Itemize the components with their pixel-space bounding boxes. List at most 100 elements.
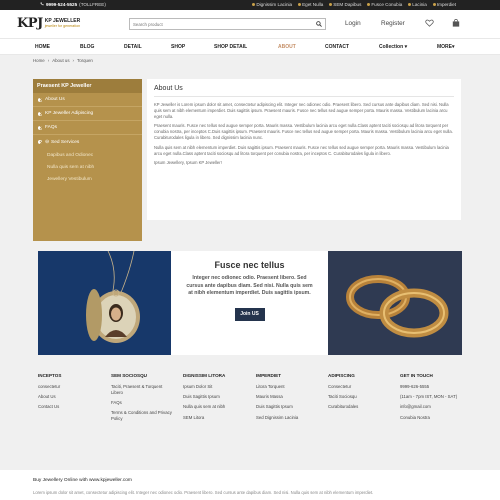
top-links: Dignissim Lacinia Eget Nulla SEM Dapibus… [252,2,456,7]
arrow-circle-icon [38,97,42,102]
breadcrumb-home[interactable]: Home [33,58,45,63]
phone-note: (TOLLFREE) [79,2,106,7]
footer-heading: IMPERDIET [256,373,282,378]
page-title: About Us [154,85,454,97]
sidebar-item[interactable]: ⊖ Sed Services [33,135,142,149]
breadcrumb-about[interactable]: About us [52,58,69,63]
footer-link[interactable]: Litora Torquent [256,384,318,390]
sidebar-item[interactable]: FAQs [33,121,142,135]
main-nav: HOME BLOG DETAIL SHOP SHOP DETAIL ABOUT … [0,38,500,55]
footer-link[interactable]: Terms & Conditions and Privacy Policy [111,410,173,421]
footer-hours: (11am - 7pm IST, MON - SAT) [400,394,458,400]
top-link[interactable]: SEM Dapibus [329,2,361,7]
arrow-circle-icon [38,125,42,130]
sidebar-subitem[interactable]: Jewellery Vestibulum [33,173,142,185]
header: KPJ KP JEWELLER jeweller for generation … [0,10,500,38]
nav-shop[interactable]: SHOP [171,44,185,50]
login-link[interactable]: Login [345,20,361,27]
sidebar-subitem[interactable]: Dapibus and Odionec [33,149,142,161]
footer-link[interactable]: Sed Dignissim Lacinia [256,415,318,421]
logo-mark: KPJ [17,16,43,31]
heart-icon[interactable] [425,19,434,29]
chevron-down-icon: ▾ [404,44,408,50]
top-bar: 9999-524-5525 (TOLLFREE) Dignissim Lacin… [0,0,500,10]
footer-link[interactable]: Conubia Nostra [400,415,464,421]
logo[interactable]: KPJ KP JEWELLER jeweller for generation [17,16,80,31]
top-link[interactable]: Lacinia [408,2,427,7]
promo-banner: Fusce nec tellus Integer nec odionec odi… [38,251,462,355]
bullet-icon [329,3,333,7]
bottom-section: Buy Jewellery Online with www.kpjeweller… [0,470,500,500]
nav-collection[interactable]: Collection ▾ [379,44,407,50]
footer-link[interactable]: Curabiturodales [328,404,388,410]
shopping-bag-icon[interactable] [452,19,460,29]
breadcrumb-current: Torquen [77,58,93,63]
bullet-icon [252,3,256,7]
chevron-right-icon: › [47,58,50,63]
top-link[interactable]: Fusce Conubia [367,2,402,7]
footer-link[interactable]: Duis Sagittis Ipsum [256,404,318,410]
footer-link[interactable]: About Us [38,394,98,400]
top-link[interactable]: Eget Nulla [298,2,323,7]
promo-title: Fusce nec tellus [214,260,285,270]
bullet-icon [298,3,302,7]
promo-text: Integer nec odionec odio. Praesent liber… [186,275,313,296]
footer-link[interactable]: Taciti Sociosqu [328,394,388,400]
breadcrumb: Home › About us › Torquen [33,58,93,63]
footer-link[interactable]: Taciti, Praesent & Torquent Libero [111,384,173,395]
nav-more[interactable]: MORE▾ [437,44,455,50]
footer-column: ADIPISCING Consectetur Taciti Sociosqu C… [328,373,388,415]
bullet-icon [408,3,412,7]
sidebar-item[interactable]: About Us [33,93,142,107]
chevron-down-icon: ▾ [452,44,455,50]
footer-column: GET IN TOUCH 9999-626-5555 (11am - 7pm I… [400,373,464,425]
footer-heading: SEM SOCIOSQU [111,373,147,378]
phone-number[interactable]: 9999-524-5525 [46,2,77,7]
footer-link[interactable]: SEM Litora [183,415,247,421]
sidebar-item[interactable]: KP Jeweller Adipiscing [33,107,142,121]
footer-column: IMPERDIET Litora Torquent Mauris Massa D… [256,373,318,425]
search-input[interactable] [130,19,310,29]
sidebar-title: Praesent KP Jeweller [33,79,142,93]
search-box [129,18,326,30]
promo-text-block: Fusce nec tellus Integer nec odionec odi… [171,251,328,355]
nav-contact[interactable]: CONTACT [325,44,349,50]
footer-link[interactable]: Duis Sagittis Ipsum [183,394,247,400]
nav-about[interactable]: ABOUT [278,44,296,50]
footer-link[interactable]: Contact Us [38,404,98,410]
arrow-circle-icon [38,140,42,144]
paragraph: Ipsum Jewellery, Ipsum KP Jeweller! [154,160,222,166]
top-link[interactable]: Dignissim Lacinia [252,2,292,7]
bullet-icon [367,3,371,7]
bottom-text: Lorem ipsum dolor sit amet, consectetur … [33,490,374,495]
top-link[interactable]: Imperdiet [432,2,456,7]
footer-email[interactable]: info@gmail.com [400,404,464,410]
minus-icon: ⊖ [45,139,50,145]
phone-info: 9999-524-5525 (TOLLFREE) [40,2,106,7]
join-us-button[interactable]: Join US [234,307,265,321]
arrow-circle-icon [38,111,42,116]
register-link[interactable]: Register [381,20,405,27]
footer-link[interactable]: Ipsum Dolor Sit [183,384,247,390]
nav-blog[interactable]: BLOG [80,44,94,50]
footer-link[interactable]: Nulla quis sem at nibh [183,404,247,410]
logo-text: KP JEWELLER jeweller for generation [45,18,80,29]
footer-heading: ADIPISCING [328,373,355,378]
footer-link[interactable]: Consectetur [328,384,388,390]
search-icon[interactable] [316,21,322,27]
nav-shop-detail[interactable]: SHOP DETAIL [214,44,247,50]
sidebar-subitem[interactable]: Nulla quis sem at nibh [33,161,142,173]
footer-column: DIGNISSIM LITORA Ipsum Dolor Sit Duis Sa… [183,373,247,425]
paragraph: Nulla quis sem at nibh elementum imperdi… [154,144,449,156]
about-content: About Us KP Jeweller is Lorem ipsum dolo… [147,79,461,220]
footer-link[interactable]: FAQs [111,400,173,406]
footer-link[interactable]: Mauris Massa [256,394,318,400]
nav-detail[interactable]: DETAIL [124,44,142,50]
footer-link[interactable]: consectetur [38,384,98,390]
footer-phone[interactable]: 9999-626-5555 [400,384,464,390]
footer-heading: DIGNISSIM LITORA [183,373,226,378]
nav-home[interactable]: HOME [35,44,50,50]
phone-icon [40,2,44,7]
footer: INCEPTOS consectetur About Us Contact Us… [0,367,500,460]
paragraph: KP Jeweller is Lorem ipsum dolor sit ame… [154,102,449,119]
